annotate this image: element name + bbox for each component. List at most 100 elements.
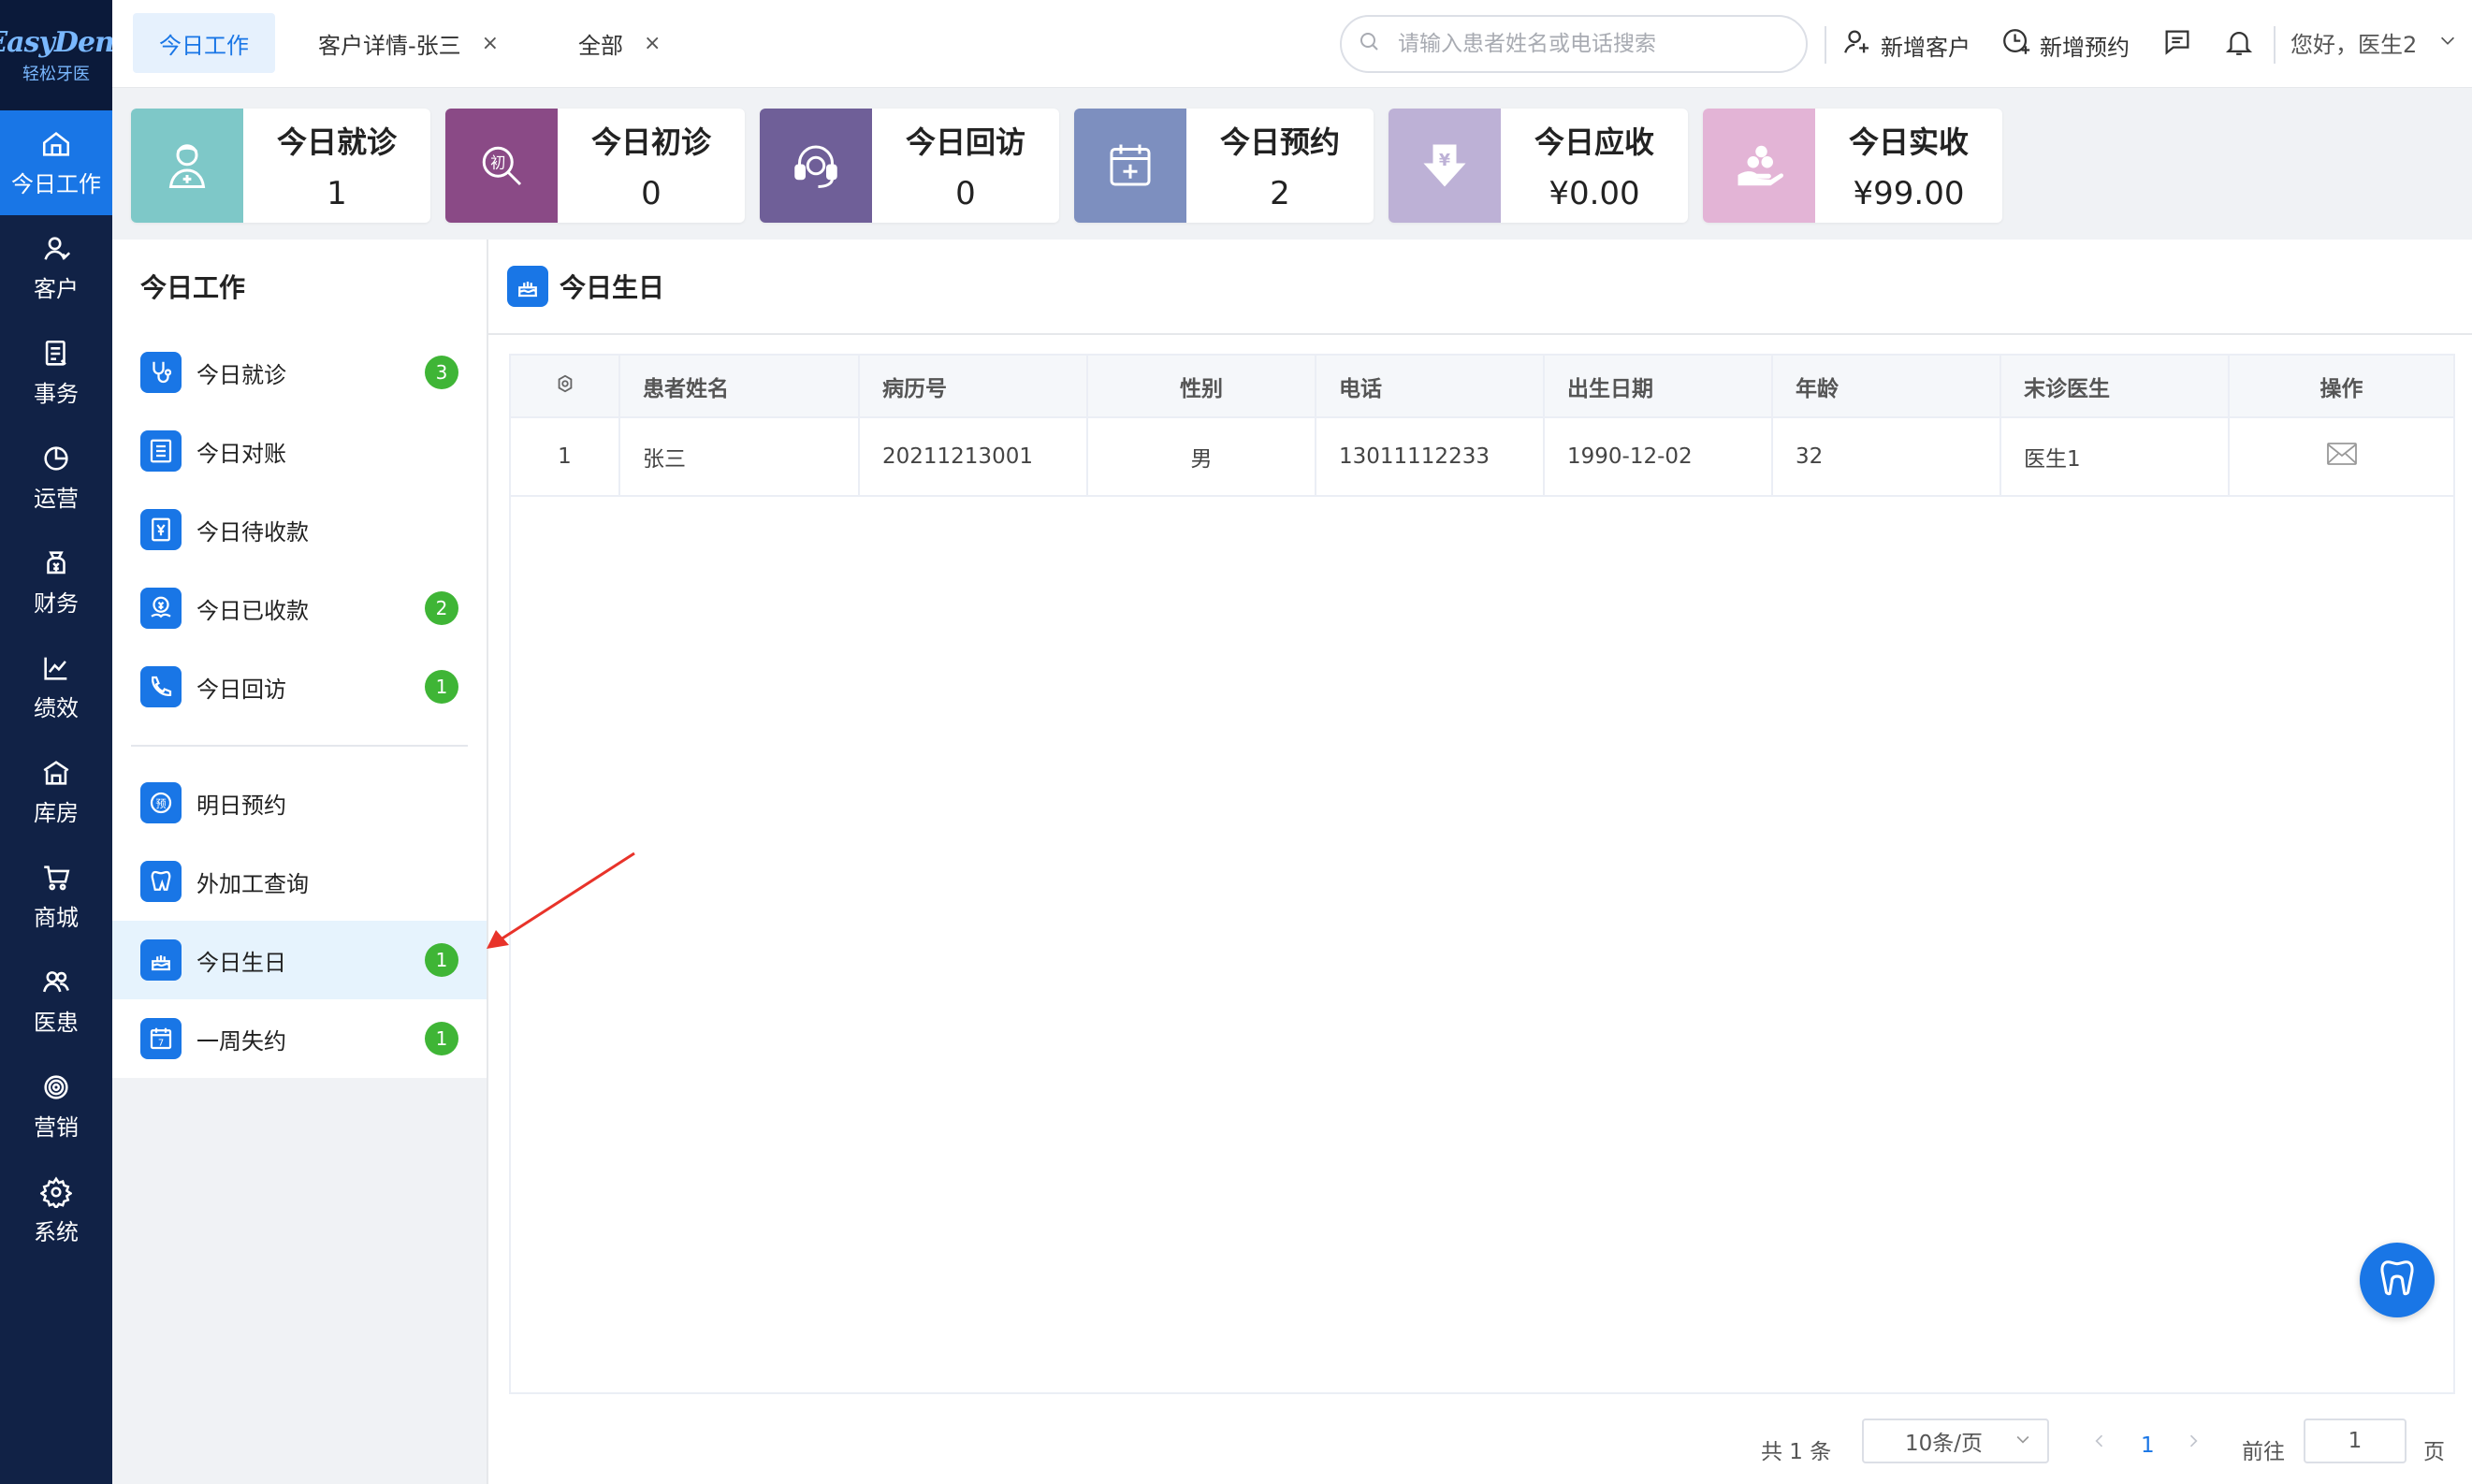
nav-item-performance[interactable]: 绩效 [0,634,112,739]
nav-item-operation[interactable]: 运营 [0,425,112,530]
nav-item-today-work[interactable]: 今日工作 [0,110,112,215]
chevron-down-icon [2437,30,2465,56]
nav-label: 营销 [34,1113,79,1141]
calendar-plus-icon [1074,109,1186,223]
divider [2274,26,2276,64]
mail-icon [2326,443,2358,473]
svg-text:7: 7 [158,1039,164,1049]
menu-item-today-pending-payment[interactable]: 今日待收款 [112,490,487,569]
table-header-row: 患者姓名 病历号 性别 电话 出生日期 年龄 末诊医生 操作 [511,356,2453,418]
menu-divider [112,726,487,764]
current-page[interactable]: 1 [2141,1433,2155,1458]
user-menu[interactable]: 您好，医生2 [2290,26,2465,59]
count-badge: 1 [425,943,458,977]
headset-icon [760,109,872,223]
column-header: 患者姓名 [619,356,860,418]
tab-today-work[interactable]: 今日工作 [133,13,275,73]
nav-item-mall[interactable]: 商城 [0,844,112,949]
count-badge: 2 [425,591,458,625]
menu-item-label: 今日生日 [196,949,286,976]
search-box[interactable] [1340,15,1808,73]
nav-item-marketing[interactable]: 营销 [0,1054,112,1158]
birth-date: 1990-12-02 [1544,417,1773,497]
appointment-icon: 预 [140,782,182,823]
nav-item-system[interactable]: 系统 [0,1158,112,1263]
send-message-button[interactable] [2229,417,2453,497]
new-customer-button[interactable]: 新增客户 [1841,26,1970,64]
assistant-button[interactable] [2360,1243,2435,1317]
goto-page-input[interactable] [2304,1419,2407,1463]
nav-item-doctor-patient[interactable]: 医患 [0,949,112,1054]
notification-button[interactable] [2223,26,2262,64]
stat-card-appointments[interactable]: 今日预约 2 [1074,109,1374,223]
nav-label: 客户 [34,275,79,302]
count-badge: 1 [425,1022,458,1055]
pagination: 共 1 条 10条/页 1 前往 页 [488,1409,2472,1484]
nav-item-warehouse[interactable]: 库房 [0,739,112,844]
received-payment-icon [140,588,182,629]
close-icon[interactable]: × [482,32,499,55]
message-button[interactable] [2161,26,2201,64]
svg-text:初: 初 [490,154,505,172]
page-size-value: 10条/页 [1905,1432,1984,1456]
stat-label: 今日就诊 [276,124,397,160]
menu-item-tomorrow-appointment[interactable]: 预 明日预约 [112,764,487,842]
search-icon [1359,31,1381,57]
tab-customer-detail[interactable]: 客户详情-张三 × [292,13,525,73]
next-page-button[interactable] [2184,1430,2203,1456]
menu-item-outsourced-query[interactable]: 外加工查询 [112,842,487,921]
patient-name[interactable]: 张三 [619,417,860,497]
pending-payment-icon [140,509,182,550]
target-icon [40,1071,72,1103]
stat-label: 今日初诊 [590,124,711,160]
nav-label: 绩效 [34,694,79,721]
nav-label: 商城 [34,904,79,931]
ledger-icon [140,430,182,472]
menu-item-today-received[interactable]: 今日已收款 2 [112,569,487,647]
phone-followup-icon [140,666,182,707]
record-number: 20211213001 [859,417,1088,497]
stat-card-receivable[interactable]: ¥ 今日应收 ¥0.00 [1389,109,1688,223]
age: 32 [1772,417,2001,497]
stat-card-first-visits[interactable]: 初 今日初诊 0 [445,109,745,223]
stat-card-followups[interactable]: 今日回访 0 [760,109,1059,223]
menu-item-today-reconciliation[interactable]: 今日对账 [112,412,487,490]
logo[interactable]: EasyDent 轻松牙医 [0,0,127,110]
table-row[interactable]: 1 张三 20211213001 男 13011112233 1990-12-0… [511,417,2453,497]
nav-label: 运营 [34,485,79,512]
count-badge: 3 [425,356,458,389]
menu-item-week-missed[interactable]: 7 一周失约 1 [112,999,487,1078]
column-header: 电话 [1316,356,1545,418]
left-nav: EasyDent 轻松牙医 今日工作 客户 事务 运营 财务 绩效 库房 商城 … [0,0,127,1484]
menu-item-today-followup[interactable]: 今日回访 1 [112,647,487,726]
svg-text:预: 预 [155,798,166,810]
doctor-icon [131,109,243,223]
last-doctor: 医生1 [2000,417,2230,497]
bell-icon [2223,26,2262,64]
stat-card-received[interactable]: 今日实收 ¥99.00 [1703,109,2002,223]
column-header: 末诊医生 [2000,356,2230,418]
nav-label: 系统 [34,1218,79,1245]
stat-value: ¥0.00 [1549,175,1640,212]
home-icon [40,128,72,160]
stats-bar: 今日就诊 1 初 今日初诊 0 今日回访 0 今日预约 2 ¥ 今日应收 ¥0.00 今日… [112,88,2472,240]
top-bar: 今日工作 客户详情-张三 × 全部 × 新增客户 新增预约 您好，医生2 [112,0,2472,88]
close-icon[interactable]: × [644,32,661,55]
page-size-select[interactable]: 10条/页 [1862,1419,2049,1463]
tab-all[interactable]: 全部 × [552,13,687,73]
new-appointment-button[interactable]: 新增预约 [2000,26,2130,64]
menu-item-label: 明日预约 [196,792,286,819]
nav-item-customer[interactable]: 客户 [0,215,112,320]
nav-item-finance[interactable]: 财务 [0,530,112,634]
menu-item-today-birthday[interactable]: 今日生日 1 [112,921,487,999]
stat-card-visits[interactable]: 今日就诊 1 [131,109,430,223]
menu-item-label: 今日回访 [196,676,286,703]
menu-item-label: 今日已收款 [196,597,309,624]
prev-page-button[interactable] [2090,1430,2109,1456]
menu-item-today-visits[interactable]: 今日就诊 3 [112,333,487,412]
search-input[interactable] [1398,32,1791,56]
column-settings-icon[interactable] [511,356,620,418]
side-menu-title: 今日工作 [112,240,487,333]
nav-item-affairs[interactable]: 事务 [0,320,112,425]
column-header: 性别 [1087,356,1316,418]
